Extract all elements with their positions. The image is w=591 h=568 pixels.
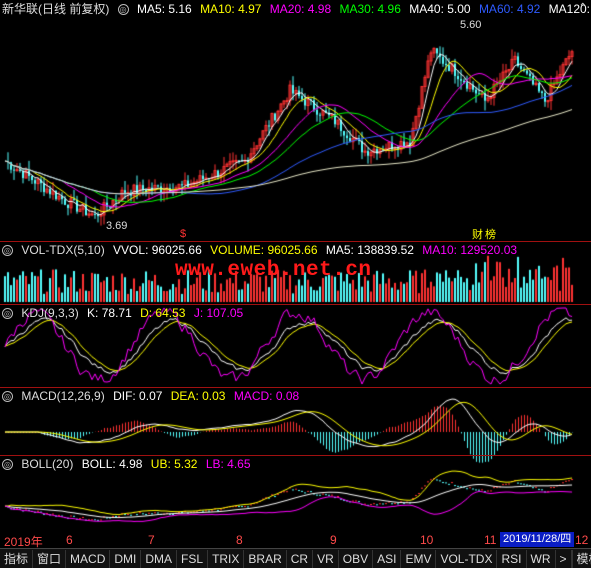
boll-title: BOLL(20) bbox=[21, 457, 74, 471]
axis-label-month: 10 bbox=[420, 533, 434, 547]
tab-indicator[interactable]: 指标 bbox=[0, 549, 34, 568]
settings-circle-icon[interactable]: ◎ bbox=[117, 4, 129, 16]
kdj-j-value: J: 107.05 bbox=[193, 306, 244, 320]
indicator-tab-bar: 指标 窗口 MACD DMI DMA FSL TRIX BRAR CR VR O… bbox=[0, 548, 591, 568]
tab-window[interactable]: 窗口 bbox=[33, 549, 67, 568]
ma60-value: MA60: 4.92 bbox=[478, 2, 541, 16]
macd-dif-value: DIF: 0.07 bbox=[113, 389, 163, 403]
tab-vol-tdx[interactable]: VOL-TDX bbox=[436, 549, 498, 568]
collapse-icon[interactable]: ⌃ bbox=[579, 2, 587, 13]
high-price-label: 5.60 bbox=[460, 19, 482, 31]
ma20-value: MA20: 4.98 bbox=[269, 2, 332, 16]
tab-wr[interactable]: WR bbox=[527, 549, 556, 568]
kdj-settings-icon[interactable]: ◎ bbox=[2, 308, 13, 320]
boll-mid-value: BOLL: 4.98 bbox=[81, 457, 143, 471]
ma10-value: MA10: 4.97 bbox=[200, 2, 262, 16]
stock-title: 新华联(日线 前复权) bbox=[2, 2, 110, 16]
tab-macd[interactable]: MACD bbox=[66, 549, 111, 568]
ma5-value: MA5: 5.16 bbox=[137, 2, 192, 16]
vol-title: VOL-TDX(5,10) bbox=[21, 243, 105, 257]
cursor-date-box: 2019/11/28/四 bbox=[500, 532, 575, 547]
ma30-value: MA30: 4.96 bbox=[339, 2, 401, 16]
axis-label-month: 11 bbox=[484, 533, 497, 547]
kdj-title: KDJ(9,3,3) bbox=[21, 306, 79, 320]
tab-asi[interactable]: ASI bbox=[373, 549, 402, 568]
ma40-value: MA40: 5.00 bbox=[409, 2, 471, 16]
kdj-d-value: D: 64.53 bbox=[140, 306, 186, 320]
tab-cr[interactable]: CR bbox=[287, 549, 314, 568]
macd-value: MACD: 0.08 bbox=[233, 389, 300, 403]
tab-vr[interactable]: VR bbox=[313, 549, 339, 568]
boll-lb-value: LB: 4.65 bbox=[205, 457, 251, 471]
tab-fsl[interactable]: FSL bbox=[177, 549, 209, 568]
axis-label-month: 8 bbox=[236, 533, 243, 547]
tab-emv[interactable]: EMV bbox=[401, 549, 437, 568]
axis-label-month: 6 bbox=[66, 533, 73, 547]
volume-value: VOLUME: 96025.66 bbox=[210, 243, 318, 257]
kdj-k-value: K: 78.71 bbox=[87, 306, 132, 320]
macd-settings-icon[interactable]: ◎ bbox=[2, 391, 13, 403]
macd-header: ◎ MACD(12,26,9) DIF: 0.07 DEA: 0.03 MACD… bbox=[2, 388, 304, 405]
event-marker[interactable]: $ bbox=[180, 228, 186, 240]
tab-obv[interactable]: OBV bbox=[339, 549, 374, 568]
vol-ma10-value: MA10: 129520.03 bbox=[422, 243, 518, 257]
low-price-label: 3.69 bbox=[106, 220, 128, 232]
tab-brar[interactable]: BRAR bbox=[244, 549, 287, 568]
tab-trix[interactable]: TRIX bbox=[208, 549, 245, 568]
finance-marker-bang[interactable]: 榜 bbox=[485, 226, 496, 242]
axis-label-month: 12 bbox=[575, 533, 589, 547]
watermark: www.eweb.net.cn bbox=[175, 259, 372, 282]
finance-marker-cai[interactable]: 财 bbox=[472, 226, 483, 242]
axis-label-month: 7 bbox=[148, 533, 155, 547]
tab-more-arrow[interactable]: > bbox=[556, 549, 572, 568]
tab-dma[interactable]: DMA bbox=[141, 549, 178, 568]
tab-dmi[interactable]: DMI bbox=[110, 549, 142, 568]
vol-header: ◎ VOL-TDX(5,10) VVOL: 96025.66 VOLUME: 9… bbox=[2, 242, 522, 259]
boll-settings-icon[interactable]: ◎ bbox=[2, 459, 13, 471]
kdj-header: ◎ KDJ(9,3,3) K: 78.71 D: 64.53 J: 107.05 bbox=[2, 305, 248, 322]
main-header: 新华联(日线 前复权) ◎ MA5: 5.16 MA10: 4.97 MA20:… bbox=[2, 1, 591, 18]
axis-label-month: 9 bbox=[330, 533, 337, 547]
vol-settings-icon[interactable]: ◎ bbox=[2, 245, 13, 257]
boll-header: ◎ BOLL(20) BOLL: 4.98 UB: 5.32 LB: 4.65 bbox=[2, 456, 256, 473]
boll-ub-value: UB: 5.32 bbox=[150, 457, 198, 471]
vol-ma5-value: MA5: 138839.52 bbox=[325, 243, 414, 257]
macd-dea-value: DEA: 0.03 bbox=[170, 389, 226, 403]
tab-rsi[interactable]: RSI bbox=[497, 549, 527, 568]
vvol-value: VVOL: 96025.66 bbox=[113, 243, 202, 257]
macd-title: MACD(12,26,9) bbox=[21, 389, 105, 403]
tab-template[interactable]: 模板 bbox=[571, 549, 591, 568]
